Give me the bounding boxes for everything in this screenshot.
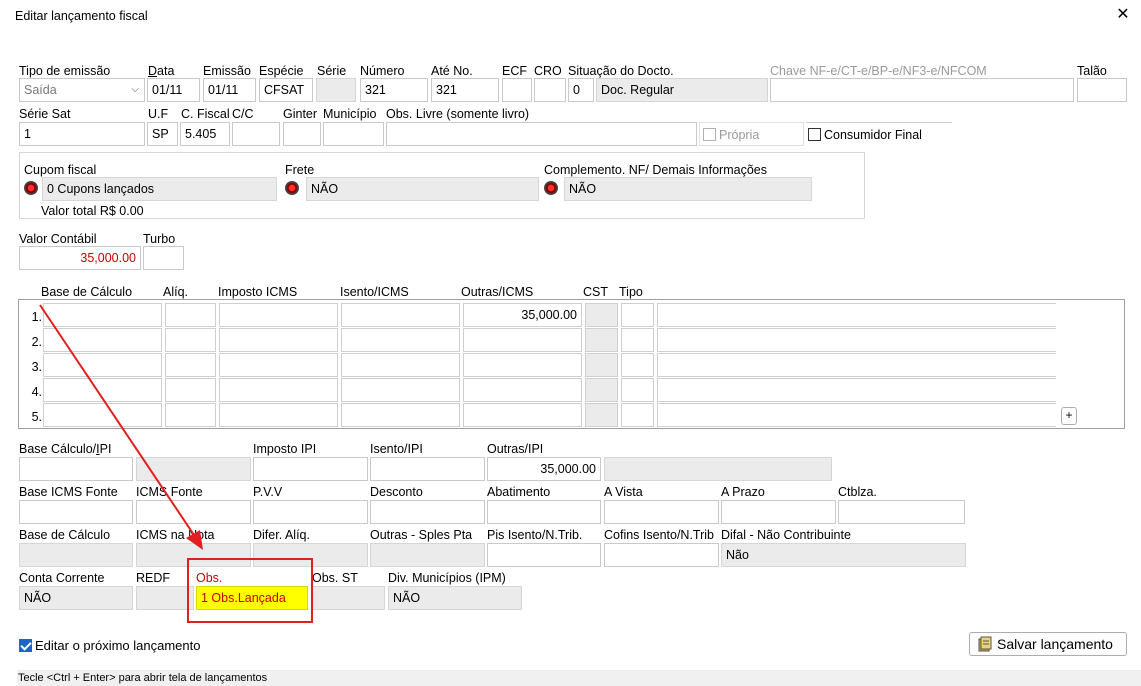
status-text: Tecle <Ctrl + Enter> para abrir tela de … <box>18 672 268 684</box>
salvar-label: Salvar lançamento <box>997 636 1113 652</box>
editar-proximo-label: Editar o próximo lançamento <box>35 638 201 653</box>
status-bar: Tecle <Ctrl + Enter> para abrir tela de … <box>17 670 1141 686</box>
annotation-arrow <box>39 304 203 550</box>
save-icon <box>978 636 992 652</box>
editar-proximo-checkbox[interactable] <box>19 639 32 652</box>
salvar-lancamento-button[interactable]: Salvar lançamento <box>969 632 1127 656</box>
